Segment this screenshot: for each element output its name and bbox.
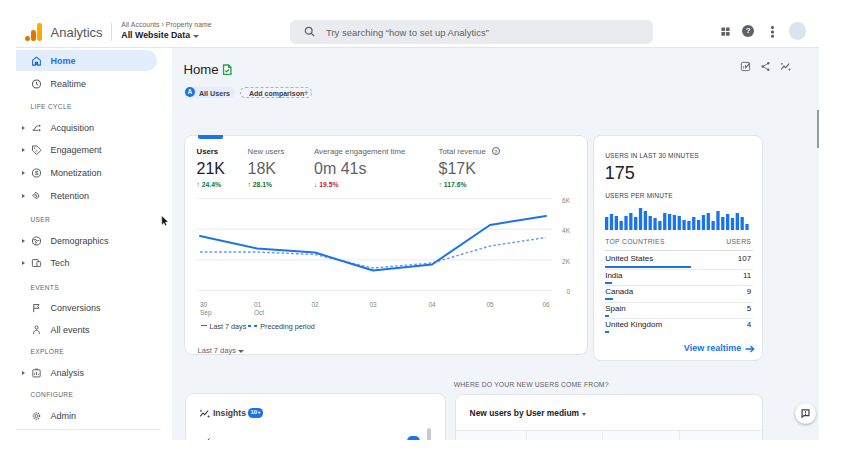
svg-text:$: $	[34, 170, 38, 176]
